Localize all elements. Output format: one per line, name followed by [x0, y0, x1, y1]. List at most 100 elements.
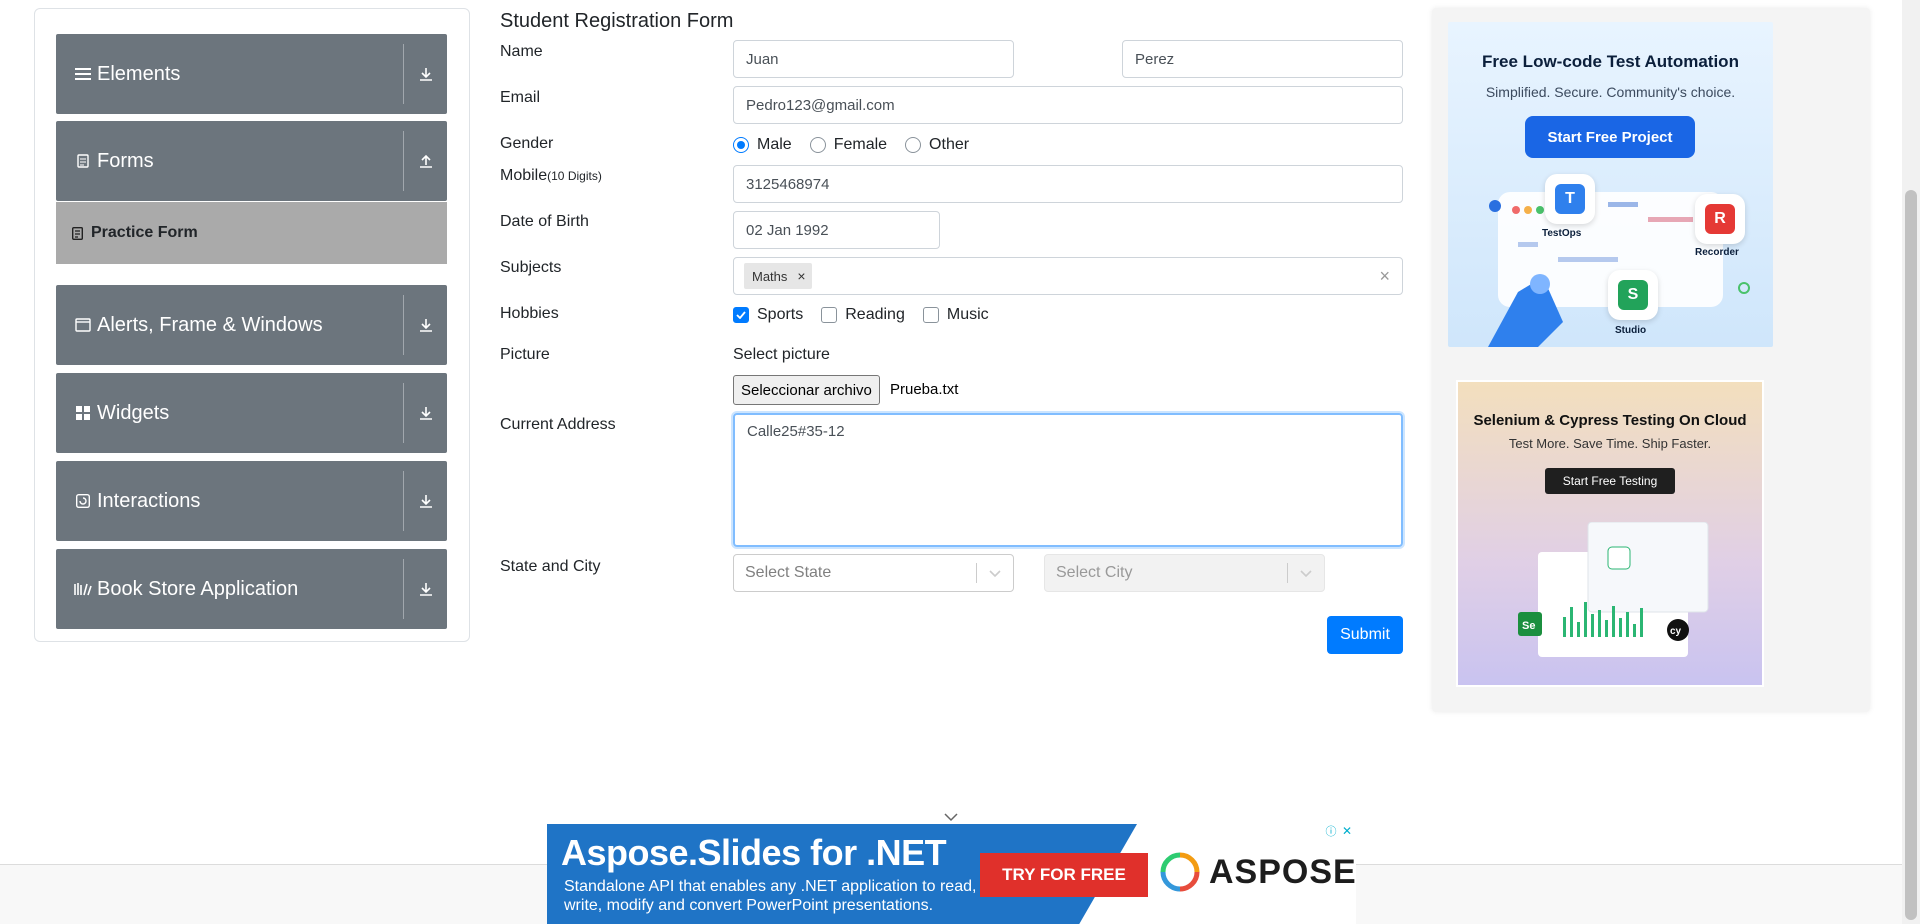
subject-chip: Maths × [744, 263, 812, 289]
app-label: Recorder [1695, 247, 1739, 258]
sidebar-group-label: Forms [97, 149, 154, 172]
first-name-input[interactable]: Juan [733, 40, 1014, 78]
divider [1287, 563, 1288, 583]
gender-option-label: Male [757, 136, 792, 153]
start-free-testing-button[interactable]: Start Free Testing [1545, 468, 1675, 494]
gender-group: Male Female Other [733, 136, 987, 154]
subject-chip-label: Maths [752, 268, 788, 284]
checkbox-unchecked-icon [821, 307, 838, 323]
download-arrow-icon[interactable] [404, 317, 447, 333]
download-arrow-icon[interactable] [404, 405, 447, 421]
divider [976, 563, 977, 583]
last-name-input[interactable]: Perez [1122, 40, 1403, 78]
page-title: Student Registration Form [500, 10, 734, 32]
dob-label: Date of Birth [500, 213, 589, 230]
hobby-sports-checkbox[interactable]: Sports [733, 306, 803, 324]
upload-arrow-icon[interactable] [404, 153, 447, 169]
sidebar-group-label: Alerts, Frame & Windows [97, 313, 323, 336]
download-arrow-icon[interactable] [404, 581, 447, 597]
app-label: Studio [1615, 325, 1647, 336]
brand-name: ASPOSE [1209, 852, 1356, 891]
app-label: TestOps [1542, 228, 1582, 239]
banner-title: Aspose.Slides for .NET [561, 832, 947, 873]
sidebar-item-label: Practice Form [91, 224, 198, 241]
banner-text: Standalone API that enables any .NET app… [564, 878, 977, 914]
menu-icon [73, 67, 93, 81]
hobby-music-checkbox[interactable]: Music [922, 306, 989, 324]
sidebar-group-label: Interactions [97, 489, 201, 512]
subjects-input[interactable]: Maths × × [733, 257, 1403, 295]
sidebar-group-label: Elements [97, 62, 181, 85]
aspose-logo: ASPOSE [1159, 851, 1356, 893]
gender-label: Gender [500, 135, 554, 152]
try-for-free-button[interactable]: TRY FOR FREE [980, 853, 1148, 897]
radio-unchecked-icon [905, 137, 922, 153]
sidebar-item-practice-form[interactable]: Practice Form [56, 202, 447, 264]
sidebar-group-alerts[interactable]: Alerts, Frame & Windows [56, 285, 447, 365]
city-select-placeholder: Select City [1056, 564, 1133, 581]
checkbox-unchecked-icon [922, 307, 939, 323]
ad-illustration: Se cy [1518, 522, 1709, 657]
subjects-label: Subjects [500, 259, 562, 276]
clear-icon[interactable]: × [1379, 266, 1390, 287]
file-upload-button[interactable]: Seleccionar archivo [733, 375, 880, 405]
scrollbar-thumb[interactable] [1905, 190, 1917, 920]
hobby-reading-checkbox[interactable]: Reading [821, 306, 905, 324]
cloud-testing-ad[interactable]: Selenium & Cypress Testing On Cloud Test… [1456, 380, 1764, 687]
katalon-ad[interactable]: Free Low-code Test Automation Simplified… [1448, 22, 1773, 347]
city-select[interactable]: Select City [1044, 554, 1325, 592]
address-label: Current Address [500, 416, 616, 433]
form-icon [72, 226, 83, 240]
ad-headline: Free Low-code Test Automation [1482, 52, 1739, 71]
sidebar-group-elements[interactable]: Elements [56, 34, 447, 114]
ad-subtitle: Simplified. Secure. Community's choice. [1485, 84, 1736, 100]
gender-option-label: Female [833, 136, 888, 153]
svg-text:cy: cy [1670, 626, 1682, 637]
sidebar-group-bookstore[interactable]: Book Store Application [56, 549, 447, 629]
hobbies-label: Hobbies [500, 305, 559, 322]
chip-remove-icon[interactable]: × [797, 268, 805, 284]
sidebar-group-forms[interactable]: Forms [56, 121, 447, 201]
close-icon[interactable]: ✕ [1340, 824, 1354, 838]
checkbox-checked-icon [733, 307, 749, 323]
aspose-banner-ad[interactable]: Aspose.Slides for .NET Standalone API th… [547, 824, 1356, 924]
gender-option-label: Other [929, 136, 970, 153]
hobby-label: Music [946, 306, 989, 323]
sidebar: Elements Forms Practice Form Alerts, Fra… [34, 8, 470, 642]
state-select-placeholder: Select State [745, 564, 832, 581]
address-textarea[interactable]: Calle25#35-12 [733, 413, 1403, 547]
chevron-down-icon [1298, 565, 1314, 586]
file-name: Prueba.txt [890, 381, 959, 398]
ad-info-icon[interactable]: ⓘ [1324, 824, 1338, 838]
download-arrow-icon[interactable] [404, 66, 447, 82]
document-icon [73, 154, 93, 168]
chevron-down-icon [987, 565, 1003, 586]
widgets-icon [73, 406, 93, 420]
recorder-icon: R [1695, 194, 1745, 244]
studio-icon: S [1608, 270, 1658, 320]
gender-male-radio[interactable]: Male [733, 136, 792, 154]
state-city-label: State and City [500, 558, 601, 575]
sidebar-group-widgets[interactable]: Widgets [56, 373, 447, 453]
mobile-label: Mobile(10 Digits) [500, 167, 602, 185]
mobile-label-text: Mobile [500, 167, 548, 184]
gender-female-radio[interactable]: Female [809, 136, 888, 154]
ad-subtitle: Test More. Save Time. Ship Faster. [1508, 436, 1712, 451]
dob-input[interactable]: 02 Jan 1992 [733, 211, 940, 249]
download-arrow-icon[interactable] [404, 493, 447, 509]
submit-button[interactable]: Submit [1327, 616, 1403, 654]
radio-checked-icon [733, 137, 749, 153]
start-free-project-button[interactable]: Start Free Project [1525, 116, 1695, 158]
hobbies-group: Sports Reading Music [733, 306, 1007, 324]
svg-text:Se: Se [1522, 620, 1535, 632]
email-input[interactable]: Pedro123@gmail.com [733, 86, 1403, 124]
picture-label: Picture [500, 346, 550, 363]
state-select[interactable]: Select State [733, 554, 1014, 592]
email-label: Email [500, 89, 541, 106]
testops-icon: T [1545, 174, 1595, 224]
divider [1375, 264, 1376, 288]
books-icon [73, 582, 93, 596]
mobile-input[interactable]: 3125468974 [733, 165, 1403, 203]
sidebar-group-interactions[interactable]: Interactions [56, 461, 447, 541]
gender-other-radio[interactable]: Other [905, 136, 969, 154]
